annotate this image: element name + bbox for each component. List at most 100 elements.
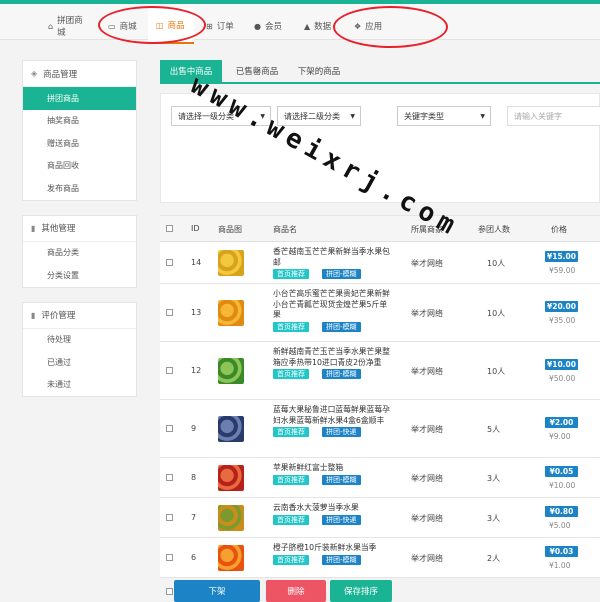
tab-1[interactable]: 已售罄商品 [226, 60, 288, 82]
product-name[interactable]: 云南香水大菠萝当季水果 [273, 503, 391, 514]
table-row: 12 新鲜越南青芒玉芒当季水果芒果整箱应季热带10进口青皮2份净重 首页推荐 拼团-模… [160, 342, 600, 400]
sidebar-item[interactable]: 抽奖商品 [23, 110, 136, 133]
sidebar-group: ▮ 其他管理 商品分类 分类设置 [22, 214, 137, 288]
original-price: ¥50.00 [549, 374, 576, 383]
cart-icon: ⊞ [206, 21, 213, 31]
status-tabs: 出售中商品 已售罄商品 下架的商品 [160, 60, 600, 84]
row-checkbox[interactable] [166, 554, 173, 561]
table-row: 8 苹果新鲜红富士整箱 首页推荐 拼团-模糊 举才网络 3人 ¥0.05 ¥10.00 [160, 458, 600, 498]
table-row: 9 蓝莓大果秘鲁进口蓝莓鲜果蓝莓孕妇水果蓝莓新鲜水果4盒6盒顺丰 首页推荐 拼团-快递… [160, 400, 600, 458]
table-row: 7 云南香水大菠萝当季水果 首页推荐 拼团-快递 举才网络 3人 ¥0.80 ¥5.00 [160, 498, 600, 538]
group-type-badge: 拼团-快递 [322, 427, 361, 437]
product-name[interactable]: 蓝莓大果秘鲁进口蓝莓鲜果蓝莓孕妇水果蓝莓新鲜水果4盒6盒顺丰 [273, 405, 391, 426]
sidebar-item[interactable]: 拼团商品 [23, 87, 136, 110]
nav-item-5[interactable]: ▲ 数据 [296, 8, 342, 44]
row-checkbox[interactable] [166, 514, 173, 521]
bookmark-icon: ▮ [31, 310, 36, 320]
product-name[interactable]: 苹果新鲜红富士整箱 [273, 463, 391, 474]
nav-label: 数据 [314, 22, 332, 32]
row-checkbox[interactable] [166, 309, 173, 316]
home-recommend-badge: 首页推荐 [273, 554, 309, 565]
group-type-badge: 拼团-模糊 [322, 269, 361, 279]
home-recommend-badge: 首页推荐 [273, 269, 309, 279]
select-all-checkbox[interactable] [166, 225, 173, 232]
product-badges: 首页推荐 拼团-快递 [273, 427, 391, 438]
merchant: 举才网络 [411, 309, 443, 318]
merchant: 举才网络 [411, 554, 443, 563]
main-panel: 出售中商品 已售罄商品 下架的商品 请选择一级分类 ▼ 请选择二级分类 ▼ 关键字类… [160, 60, 600, 602]
row-id: 12 [191, 366, 202, 375]
product-name-cell: 云南香水大菠萝当季水果 首页推荐 拼团-快递 [273, 503, 391, 525]
product-image [218, 416, 244, 442]
sidebar-item[interactable]: 商品回收 [23, 155, 136, 178]
product-image [218, 545, 244, 571]
save-sort-button[interactable]: 保存排序 [330, 580, 392, 602]
sidebar-item[interactable]: 未通过 [23, 374, 136, 397]
nav-item-1[interactable]: ▭ 商城 [100, 8, 146, 44]
nav-item-6[interactable]: ❖ 应用 [346, 8, 396, 44]
bookmark-icon: ▮ [31, 223, 36, 233]
sidebar-item[interactable]: 分类设置 [23, 264, 136, 287]
original-price: ¥1.00 [549, 561, 571, 570]
price-badge: ¥0.05 [545, 466, 578, 477]
price-badge: ¥0.03 [545, 546, 578, 557]
product-table: ID 商品图 商品名 所属商家 参团人数 价格 14 香芒越南玉芒芒果新鲜当季水果… [160, 215, 600, 578]
product-name-cell: 香芒越南玉芒芒果新鲜当季水果包邮 首页推荐 拼团-模糊 [273, 247, 391, 280]
row-checkbox[interactable] [166, 425, 173, 432]
merchant: 举才网络 [411, 367, 443, 376]
keyword-type-select[interactable]: 关键字类型 ▼ [397, 106, 491, 126]
merchant: 举才网络 [411, 259, 443, 268]
sidebar-group-label: 商品管理 [43, 69, 78, 80]
group-count: 3人 [487, 474, 501, 483]
sidebar-item[interactable]: 赠送商品 [23, 132, 136, 155]
sidebar-item[interactable]: 发布商品 [23, 177, 136, 200]
cube-icon: ◈ [31, 69, 38, 78]
group-count: 5人 [487, 425, 501, 434]
group-count: 3人 [487, 514, 501, 523]
nav-item-0[interactable]: ⌂ 拼团商城 [40, 8, 98, 44]
home-recommend-badge: 首页推荐 [273, 427, 309, 437]
col-name: 商品名 [273, 225, 297, 234]
home-recommend-badge: 首页推荐 [273, 321, 309, 332]
tab-2[interactable]: 下架的商品 [288, 60, 350, 82]
row-checkbox[interactable] [166, 474, 173, 481]
group-type-badge: 拼团-模糊 [322, 321, 361, 332]
row-checkbox[interactable] [166, 367, 173, 374]
row-id: 6 [191, 553, 197, 562]
merchant: 举才网络 [411, 474, 443, 483]
product-name[interactable]: 橙子脐橙10斤装新鲜水果当季 [273, 543, 391, 554]
original-price: ¥35.00 [549, 316, 576, 325]
nav-label: 商品 [167, 21, 185, 31]
original-price: ¥59.00 [549, 266, 576, 275]
table-row: 13 小台芒高乐蜜芒芒果贵妃芒果新鲜小台芒青瓤芒现货金煌芒果5斤单果 首页推荐 拼团-… [160, 284, 600, 342]
nav-item-3[interactable]: ⊞ 订单 [198, 8, 244, 44]
product-name[interactable]: 新鲜越南青芒玉芒当季水果芒果整箱应季热带10进口青皮2份净重 [273, 347, 391, 368]
row-id: 7 [191, 513, 197, 522]
top-navbar: ⌂ 拼团商城 ▭ 商城 ◫ 商品 ⊞ 订单 ● 会员 ▲ 数据 ❖ 应用 [0, 0, 600, 44]
sidebar-item[interactable]: 商品分类 [23, 242, 136, 265]
product-image [218, 358, 244, 384]
take-down-button[interactable]: 下架 [174, 580, 260, 602]
product-name-cell: 新鲜越南青芒玉芒当季水果芒果整箱应季热带10进口青皮2份净重 首页推荐 拼团-模糊 [273, 347, 391, 380]
nav-item-4[interactable]: ● 会员 [246, 8, 292, 44]
sidebar-item[interactable]: 待处理 [23, 329, 136, 352]
price-badge: ¥20.00 [545, 301, 578, 312]
group-count: 10人 [487, 309, 506, 318]
product-name-cell: 小台芒高乐蜜芒芒果贵妃芒果新鲜小台芒青瓤芒现货金煌芒果5斤单果 首页推荐 拼团-模糊 [273, 289, 391, 332]
product-badges: 首页推荐 拼团-模糊 [273, 554, 391, 566]
delete-button[interactable]: 删除 [266, 580, 326, 602]
row-checkbox[interactable] [166, 259, 173, 266]
product-name[interactable]: 小台芒高乐蜜芒芒果贵妃芒果新鲜小台芒青瓤芒现货金煌芒果5斤单果 [273, 289, 391, 321]
sidebar-group-title: ▮ 评价管理 [23, 303, 136, 329]
col-price: 价格 [551, 225, 567, 234]
group-count: 2人 [487, 554, 501, 563]
nav-label: 商城 [119, 22, 137, 32]
footer-select-checkbox[interactable] [166, 588, 173, 595]
nav-item-2[interactable]: ◫ 商品 [148, 8, 194, 44]
product-name[interactable]: 香芒越南玉芒芒果新鲜当季水果包邮 [273, 247, 391, 268]
sidebar-item[interactable]: 已通过 [23, 351, 136, 374]
keyword-input[interactable]: 请输入关键字 [507, 106, 600, 126]
merchant: 举才网络 [411, 514, 443, 523]
table-row: 6 橙子脐橙10斤装新鲜水果当季 首页推荐 拼团-模糊 举才网络 2人 ¥0.03 ¥1.00 [160, 538, 600, 578]
sidebar-group-title: ◈ 商品管理 [23, 61, 136, 87]
